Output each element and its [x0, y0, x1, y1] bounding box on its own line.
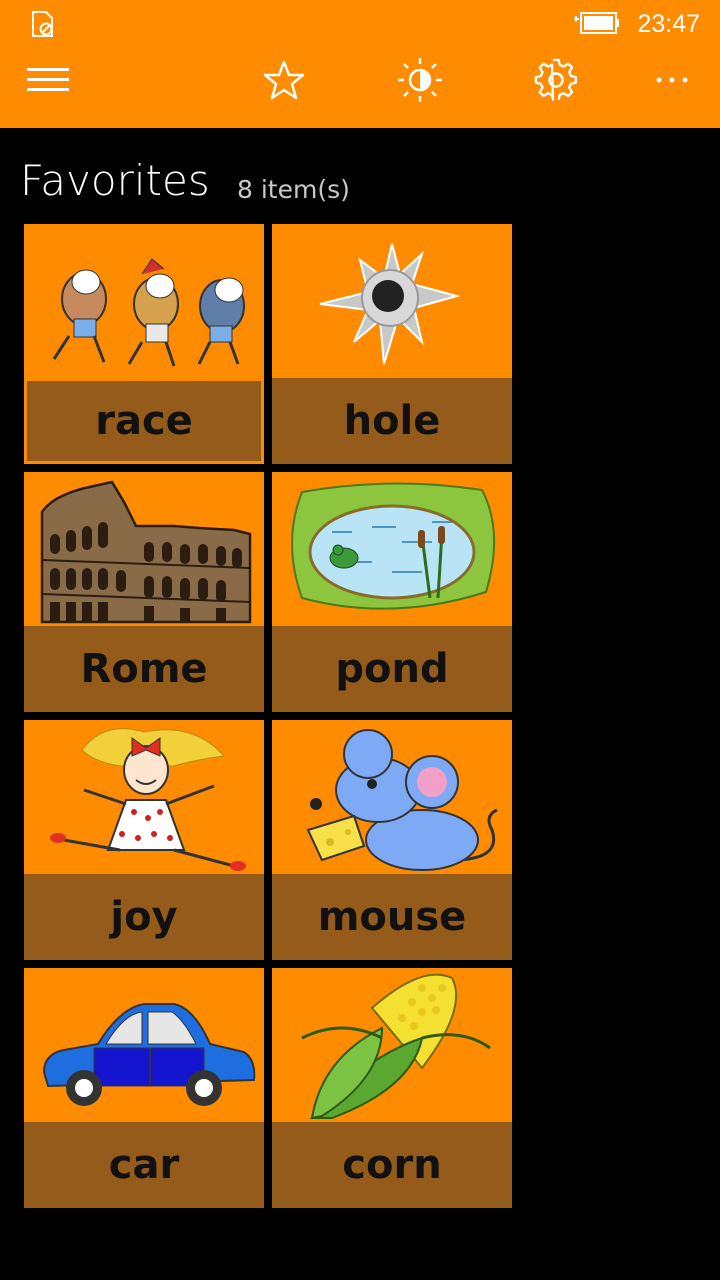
- tile-mouse[interactable]: mouse: [272, 720, 512, 960]
- tile-label: corn: [272, 1122, 512, 1208]
- tile-label: car: [24, 1122, 264, 1208]
- more-button[interactable]: [644, 52, 700, 108]
- racing-horses-image: [52, 258, 245, 367]
- gear-icon: [534, 58, 577, 101]
- tile-race[interactable]: race: [24, 224, 264, 464]
- corn-cob-image: [301, 973, 491, 1120]
- blue-car-image: [42, 1003, 256, 1106]
- mouse-with-cheese-image: [306, 729, 498, 871]
- top-bar: 23:47: [0, 0, 720, 128]
- settings-button[interactable]: [528, 52, 584, 108]
- star-icon: [263, 60, 305, 100]
- favorites-button[interactable]: [256, 52, 312, 108]
- jumping-girl-image: [50, 728, 246, 871]
- tile-corn[interactable]: corn: [272, 968, 512, 1208]
- brightness-icon: [398, 58, 442, 102]
- tile-label: race: [24, 378, 264, 464]
- tile-joy[interactable]: joy: [24, 720, 264, 960]
- tile-pond[interactable]: pond: [272, 472, 512, 712]
- tile-label: hole: [272, 378, 512, 464]
- notification-blocked-icon: [32, 11, 53, 37]
- page-title: Favorites: [20, 156, 210, 205]
- tile-hole[interactable]: hole: [272, 224, 512, 464]
- more-dots-icon: [656, 77, 688, 83]
- colosseum-image: [40, 480, 252, 624]
- tile-label: Rome: [24, 626, 264, 712]
- hamburger-icon: [27, 68, 69, 91]
- status-time: 23:47: [637, 10, 700, 38]
- menu-button[interactable]: [20, 52, 76, 108]
- pond-with-frog-image: [291, 482, 496, 610]
- tile-label: pond: [272, 626, 512, 712]
- favorites-grid: race hole Rome pond joy mouse car corn: [24, 224, 512, 1208]
- bullet-hole-image: [319, 243, 461, 365]
- tile-label: mouse: [272, 874, 512, 960]
- tile-rome[interactable]: Rome: [24, 472, 264, 712]
- tile-car[interactable]: car: [24, 968, 264, 1208]
- brightness-button[interactable]: [392, 52, 448, 108]
- tile-label: joy: [24, 874, 264, 960]
- battery-charging-icon: [574, 12, 619, 34]
- item-count: 8 item(s): [237, 175, 350, 204]
